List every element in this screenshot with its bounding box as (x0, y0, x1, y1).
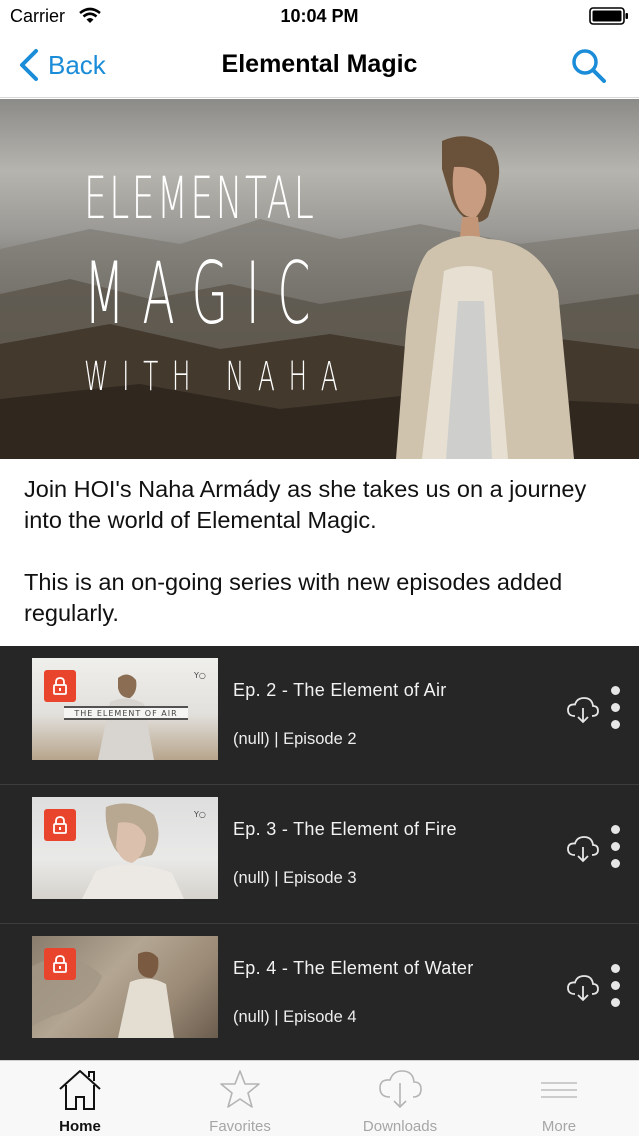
episode-subtitle: (null) | Episode 2 (233, 730, 357, 748)
status-time: 10:04 PM (280, 6, 359, 26)
tab-home[interactable]: Home (0, 1061, 160, 1136)
episode-row[interactable]: Ep. 4 - The Element of Water (null) | Ep… (0, 924, 639, 1063)
episode-thumbnail (32, 936, 218, 1038)
tab-label: Downloads (362, 1118, 438, 1135)
episode-row[interactable]: Y○ Ep. 3 - The Element of Fire (null) | … (0, 785, 639, 924)
episode-title: Ep. 3 - The Element of Fire (233, 819, 457, 839)
tab-more[interactable]: More (479, 1061, 639, 1136)
tab-label: Home (59, 1118, 101, 1135)
episode-list: THE ELEMENT OF AIR Y○ Ep. 2 - The Elemen… (0, 646, 639, 1063)
navigation-bar: Back Elemental Magic (0, 32, 639, 98)
series-description: Join HOI's Naha Armády as she takes us o… (24, 474, 624, 660)
lock-badge (44, 670, 76, 702)
more-options-icon[interactable] (608, 825, 622, 873)
hero-title-line1: ELEMENTAL (84, 164, 317, 232)
episode-thumbnail: Y○ (32, 797, 218, 899)
hero-title-line3: WITH NAHA (84, 354, 352, 400)
cloud-download-icon[interactable] (566, 835, 600, 863)
tab-favorites[interactable]: Favorites (160, 1061, 320, 1136)
thumbnail-caption: THE ELEMENT OF AIR (73, 709, 177, 718)
home-icon (59, 1070, 101, 1110)
svg-text:Y○: Y○ (193, 810, 206, 819)
page-title: Elemental Magic (221, 50, 418, 78)
star-icon (220, 1070, 260, 1108)
search-icon[interactable] (571, 48, 607, 84)
host-portrait (396, 136, 574, 459)
cloud-download-icon (379, 1070, 422, 1109)
more-options-icon[interactable] (608, 964, 622, 1012)
hero-title-line2: MAGIC (84, 244, 328, 344)
episode-subtitle: (null) | Episode 4 (233, 1008, 357, 1026)
description-paragraph: Join HOI's Naha Armády as she takes us o… (24, 476, 587, 533)
lock-badge (44, 948, 76, 980)
svg-text:Y○: Y○ (193, 671, 206, 680)
episode-title: Ep. 4 - The Element of Water (233, 958, 474, 978)
hero-banner: ELEMENTAL MAGIC WITH NAHA (0, 99, 639, 459)
tab-bar: Home Favorites Downloads More (0, 1060, 639, 1136)
battery-icon (589, 7, 628, 25)
cloud-download-icon[interactable] (566, 974, 600, 1002)
lock-icon (53, 816, 67, 834)
hero-title: ELEMENTAL MAGIC WITH NAHA (84, 153, 364, 407)
tab-downloads[interactable]: Downloads (320, 1061, 480, 1136)
lock-badge (44, 809, 76, 841)
lock-icon (53, 677, 67, 695)
episode-thumbnail: THE ELEMENT OF AIR Y○ (32, 658, 218, 760)
description-paragraph: This is an on-going series with new epis… (24, 569, 563, 626)
tab-label: More (541, 1118, 577, 1135)
more-options-icon[interactable] (608, 686, 622, 734)
status-bar: Carrier 10:04 PM (0, 0, 639, 32)
episode-title: Ep. 2 - The Element of Air (233, 680, 447, 700)
tab-label: Favorites (209, 1118, 271, 1135)
menu-icon (541, 1082, 577, 1098)
episode-subtitle: (null) | Episode 3 (233, 869, 357, 887)
episode-row[interactable]: THE ELEMENT OF AIR Y○ Ep. 2 - The Elemen… (0, 646, 639, 785)
cloud-download-icon[interactable] (566, 696, 600, 724)
lock-icon (53, 955, 67, 973)
